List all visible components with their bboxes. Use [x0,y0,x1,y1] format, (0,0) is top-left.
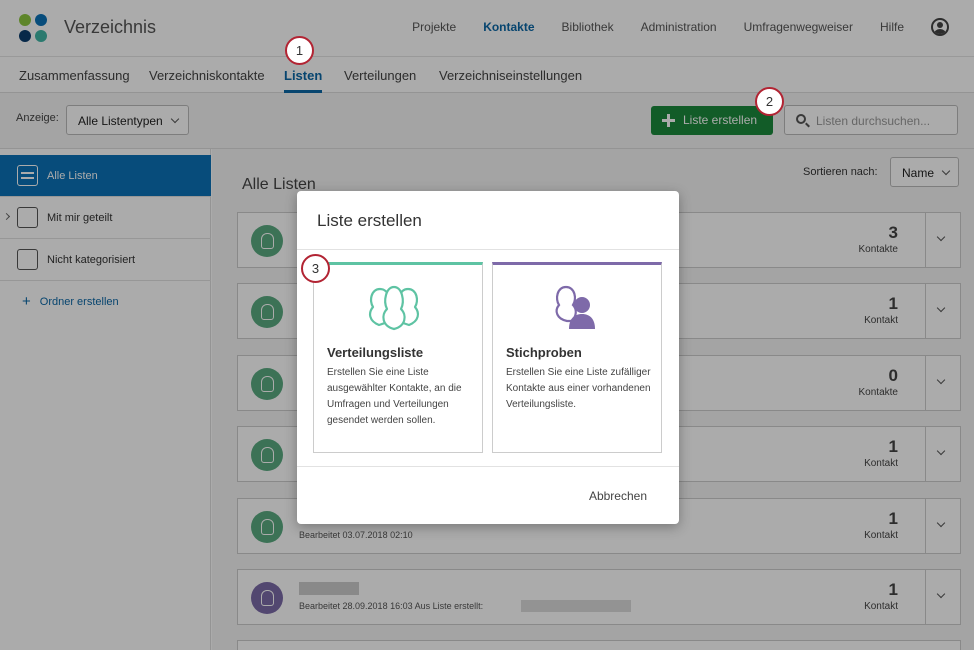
option-verteilungsliste[interactable]: Verteilungsliste Erstellen Sie eine List… [313,262,483,453]
option-title: Verteilungsliste [327,345,424,360]
divider [297,466,679,467]
annotation-badge-3: 3 [301,254,330,283]
option-description: Erstellen Sie eine Liste zufälliger Kont… [506,367,651,410]
distribution-group-icon [368,285,420,331]
option-stichproben[interactable]: Stichproben Erstellen Sie eine Liste zuf… [492,262,662,453]
annotation-badge-2: 2 [755,87,784,116]
annotation-badge-1: 1 [285,36,314,65]
create-list-dialog: Liste erstellen Verteilungsliste Erstell… [297,191,679,524]
option-description: Erstellen Sie eine Liste ausgewählter Ko… [327,367,462,426]
sample-group-icon [555,285,595,329]
cancel-button[interactable]: Abbrechen [589,489,647,503]
option-title: Stichproben [506,345,582,360]
dialog-title: Liste erstellen [317,211,422,230]
divider [297,249,679,250]
